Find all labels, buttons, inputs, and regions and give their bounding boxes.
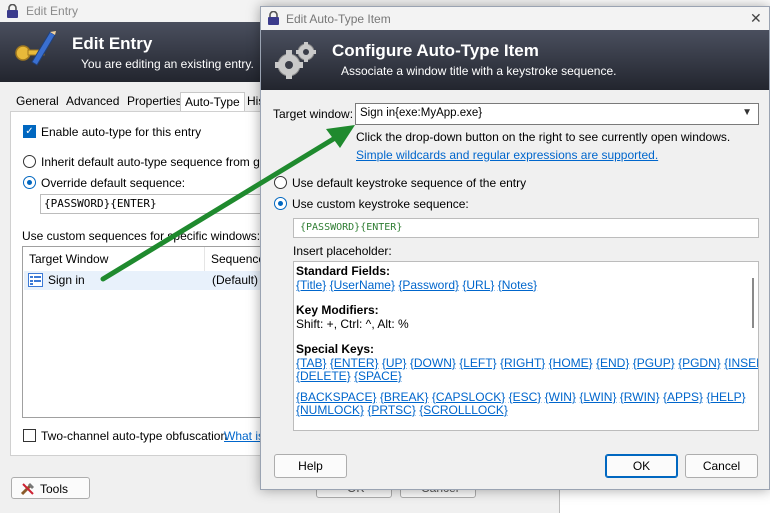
annotation-arrow [100,125,355,282]
annotation-arrow-line [100,132,343,282]
annotation-arrow-head [326,125,355,148]
